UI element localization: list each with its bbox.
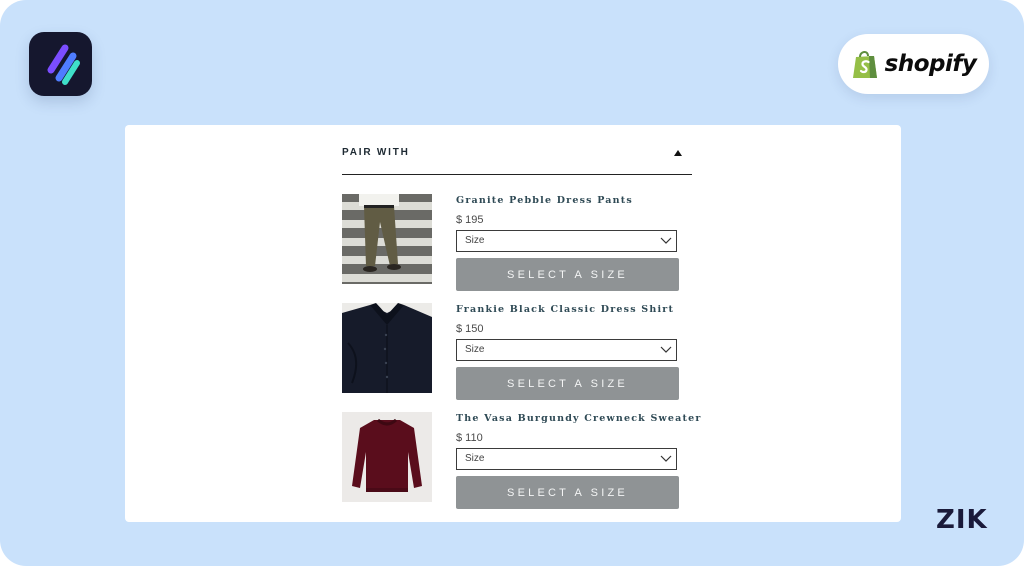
product-price: $ 110 <box>456 432 483 444</box>
shopify-bag-icon <box>852 51 877 78</box>
pants-photo[interactable] <box>342 194 432 284</box>
chevron-down-icon <box>660 237 672 244</box>
size-select[interactable]: Size <box>456 448 677 470</box>
size-select[interactable]: Size <box>456 230 677 252</box>
product-name[interactable]: The Vasa Burgundy Crewneck Sweater <box>456 413 702 424</box>
product-item: Granite Pebble Dress Pants $ 195 Size SE… <box>342 194 682 294</box>
page-background: shopify PAIR WITH Granite Pebble Dress P… <box>0 0 1024 566</box>
product-item: The Vasa Burgundy Crewneck Sweater $ 110… <box>342 412 700 512</box>
section-header[interactable]: PAIR WITH <box>342 147 692 175</box>
product-price: $ 150 <box>456 323 484 335</box>
select-size-button[interactable]: SELECT A SIZE <box>456 476 679 509</box>
product-name[interactable]: Frankie Black Classic Dress Shirt <box>456 304 674 315</box>
zik-logo: ZIK <box>936 505 988 535</box>
shopify-wordmark: shopify <box>884 51 977 77</box>
chevron-down-icon <box>660 346 672 353</box>
pair-with-card: PAIR WITH Granite Pebble Dress Pants $ 1… <box>125 125 901 522</box>
shirt-photo[interactable] <box>342 303 432 393</box>
product-item: Frankie Black Classic Dress Shirt $ 150 … <box>342 303 682 403</box>
sweater-photo[interactable] <box>342 412 432 502</box>
product-name[interactable]: Granite Pebble Dress Pants <box>456 195 633 206</box>
app-logo-icon <box>29 32 92 96</box>
chevron-down-icon <box>660 455 672 462</box>
size-select[interactable]: Size <box>456 339 677 361</box>
shopify-logo: shopify <box>838 34 989 94</box>
section-title: PAIR WITH <box>342 147 410 158</box>
product-price: $ 195 <box>456 214 484 226</box>
select-size-button[interactable]: SELECT A SIZE <box>456 367 679 400</box>
size-select-value: Size <box>465 453 485 464</box>
size-select-value: Size <box>465 235 485 246</box>
size-select-value: Size <box>465 344 485 355</box>
select-size-button[interactable]: SELECT A SIZE <box>456 258 679 291</box>
caret-up-icon[interactable] <box>674 150 682 156</box>
